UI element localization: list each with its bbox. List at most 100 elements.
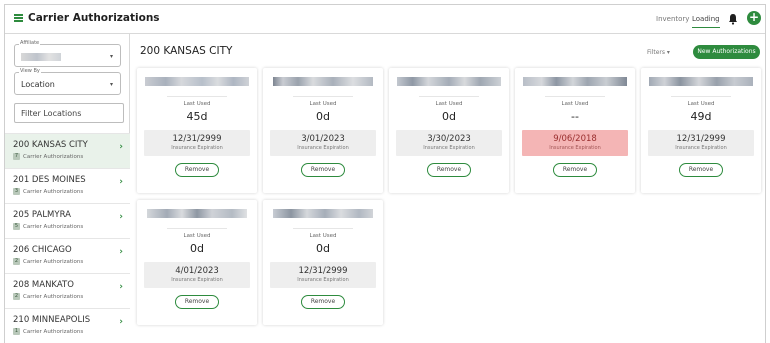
insurance-expiration-box: 3/01/2023 Insurance Expiration xyxy=(270,130,376,156)
location-subtitle: 5 Carrier Authorizations xyxy=(13,223,83,230)
chevron-right-icon: › xyxy=(119,177,123,187)
location-item-205-palmyra[interactable]: 205 PALMYRA 5 Carrier Authorizations › xyxy=(5,203,130,238)
insurance-expiration-label: Insurance Expiration xyxy=(549,145,601,151)
authorization-card: Last Used 0d 3/30/2023 Insurance Expirat… xyxy=(389,68,509,193)
insurance-expiration-box: 3/30/2023 Insurance Expiration xyxy=(396,130,502,156)
remove-button[interactable]: Remove xyxy=(553,163,597,177)
location-sub-label: Carrier Authorizations xyxy=(23,293,84,300)
insurance-expiration-box: 4/01/2023 Insurance Expiration xyxy=(144,262,250,288)
remove-button[interactable]: Remove xyxy=(427,163,471,177)
last-used-label: Last Used xyxy=(183,233,211,239)
location-item-200-kansas-city[interactable]: 200 KANSAS CITY 7 Carrier Authorizations … xyxy=(5,133,130,168)
location-subtitle: 7 Carrier Authorizations xyxy=(13,153,83,160)
insurance-expiration-date: 12/31/2999 xyxy=(172,134,222,144)
chevron-right-icon: › xyxy=(119,282,123,292)
divider xyxy=(293,96,353,97)
authorization-card: Last Used 0d 12/31/2999 Insurance Expira… xyxy=(263,200,383,325)
location-item-206-chicago[interactable]: 206 CHICAGO 2 Carrier Authorizations › xyxy=(5,238,130,273)
last-used-value: 0d xyxy=(316,110,330,123)
location-item-208-mankato[interactable]: 208 MANKATO 2 Carrier Authorizations › xyxy=(5,273,130,308)
divider xyxy=(293,228,353,229)
location-name: 201 DES MOINES xyxy=(13,175,86,185)
location-name: 205 PALMYRA xyxy=(13,210,71,220)
authorization-card: Last Used 0d 4/01/2023 Insurance Expirat… xyxy=(137,200,257,325)
divider xyxy=(167,96,227,97)
carrier-name-redacted xyxy=(647,74,755,94)
carrier-name-redacted xyxy=(269,206,377,226)
app-window: Carrier Authorizations Inventory Loading… xyxy=(4,4,766,343)
remove-button[interactable]: Remove xyxy=(175,163,219,177)
top-bar: Carrier Authorizations Inventory Loading… xyxy=(5,5,765,34)
insurance-expiration-label: Insurance Expiration xyxy=(171,145,223,151)
location-item-201-des-moines[interactable]: 201 DES MOINES 3 Carrier Authorizations › xyxy=(5,168,130,203)
view-by-value: Location xyxy=(21,80,55,89)
location-name: 210 MINNEAPOLIS xyxy=(13,315,91,325)
last-used-label: Last Used xyxy=(309,233,337,239)
last-used-value: 45d xyxy=(186,110,208,123)
filters-label: Filters xyxy=(647,49,665,56)
insurance-expiration-date: 3/30/2023 xyxy=(427,134,471,144)
filter-locations-input[interactable]: Filter Locations xyxy=(14,103,124,123)
authorization-card: Last Used 0d 3/01/2023 Insurance Expirat… xyxy=(263,68,383,193)
insurance-expiration-label: Insurance Expiration xyxy=(297,145,349,151)
remove-button[interactable]: Remove xyxy=(301,163,345,177)
chevron-down-icon: ▾ xyxy=(109,81,113,88)
filters-dropdown[interactable]: Filters ▾ xyxy=(647,49,670,56)
sidebar: Affiliate ▾ View By Location ▾ Filter Lo… xyxy=(5,34,130,343)
last-used-value: 0d xyxy=(442,110,456,123)
remove-button[interactable]: Remove xyxy=(301,295,345,309)
location-count-badge: 5 xyxy=(13,223,20,230)
chevron-right-icon: › xyxy=(119,142,123,152)
affiliate-value-redacted xyxy=(21,53,61,61)
authorization-card: Last Used 45d 12/31/2999 Insurance Expir… xyxy=(137,68,257,193)
location-sub-label: Carrier Authorizations xyxy=(23,223,84,230)
last-used-label: Last Used xyxy=(183,101,211,107)
location-sub-label: Carrier Authorizations xyxy=(23,328,84,335)
insurance-expiration-label: Insurance Expiration xyxy=(423,145,475,151)
remove-button[interactable]: Remove xyxy=(679,163,723,177)
location-sub-label: Carrier Authorizations xyxy=(23,258,84,265)
location-subtitle: 1 Carrier Authorizations xyxy=(13,328,83,335)
affiliate-select[interactable]: Affiliate ▾ xyxy=(14,40,121,67)
insurance-expiration-date: 12/31/2999 xyxy=(676,134,726,144)
authorization-card: Last Used 49d 12/31/2999 Insurance Expir… xyxy=(641,68,761,193)
chevron-right-icon: › xyxy=(119,247,123,257)
nav-loading[interactable]: Loading xyxy=(692,15,720,28)
app-title: Carrier Authorizations xyxy=(28,12,160,24)
location-subtitle: 2 Carrier Authorizations xyxy=(13,293,83,300)
chevron-right-icon: › xyxy=(119,212,123,222)
location-sub-label: Carrier Authorizations xyxy=(23,153,84,160)
divider xyxy=(671,96,731,97)
insurance-expiration-date: 9/06/2018 xyxy=(553,134,597,144)
view-by-label: View By xyxy=(19,68,41,74)
affiliate-label: Affiliate xyxy=(19,40,41,46)
insurance-expiration-label: Insurance Expiration xyxy=(297,277,349,283)
last-used-value: 0d xyxy=(190,242,204,255)
bell-icon[interactable] xyxy=(727,13,739,25)
location-name: 208 MANKATO xyxy=(13,280,74,290)
add-icon[interactable]: + xyxy=(747,11,761,25)
location-item-210-minneapolis[interactable]: 210 MINNEAPOLIS 1 Carrier Authorizations … xyxy=(5,308,130,343)
menu-icon[interactable] xyxy=(14,14,23,22)
carrier-name-redacted xyxy=(143,74,251,94)
nav-inventory[interactable]: Inventory xyxy=(656,15,689,23)
carrier-name-redacted xyxy=(143,206,251,226)
divider xyxy=(167,228,227,229)
location-count-badge: 7 xyxy=(13,153,20,160)
carrier-name-redacted xyxy=(521,74,629,94)
location-count-badge: 2 xyxy=(13,293,20,300)
insurance-expiration-label: Insurance Expiration xyxy=(675,145,727,151)
carrier-name-redacted xyxy=(269,74,377,94)
last-used-label: Last Used xyxy=(309,101,337,107)
location-count-badge: 3 xyxy=(13,188,20,195)
view-by-select[interactable]: View By Location ▾ xyxy=(14,68,121,95)
remove-button[interactable]: Remove xyxy=(175,295,219,309)
insurance-expiration-date: 3/01/2023 xyxy=(301,134,345,144)
chevron-down-icon: ▾ xyxy=(109,53,113,60)
location-count-badge: 2 xyxy=(13,258,20,265)
insurance-expiration-box: 12/31/2999 Insurance Expiration xyxy=(144,130,250,156)
new-authorizations-button[interactable]: New Authorizations xyxy=(693,45,760,59)
chevron-down-icon: ▾ xyxy=(666,49,670,56)
insurance-expiration-label: Insurance Expiration xyxy=(171,277,223,283)
location-count-badge: 1 xyxy=(13,328,20,335)
